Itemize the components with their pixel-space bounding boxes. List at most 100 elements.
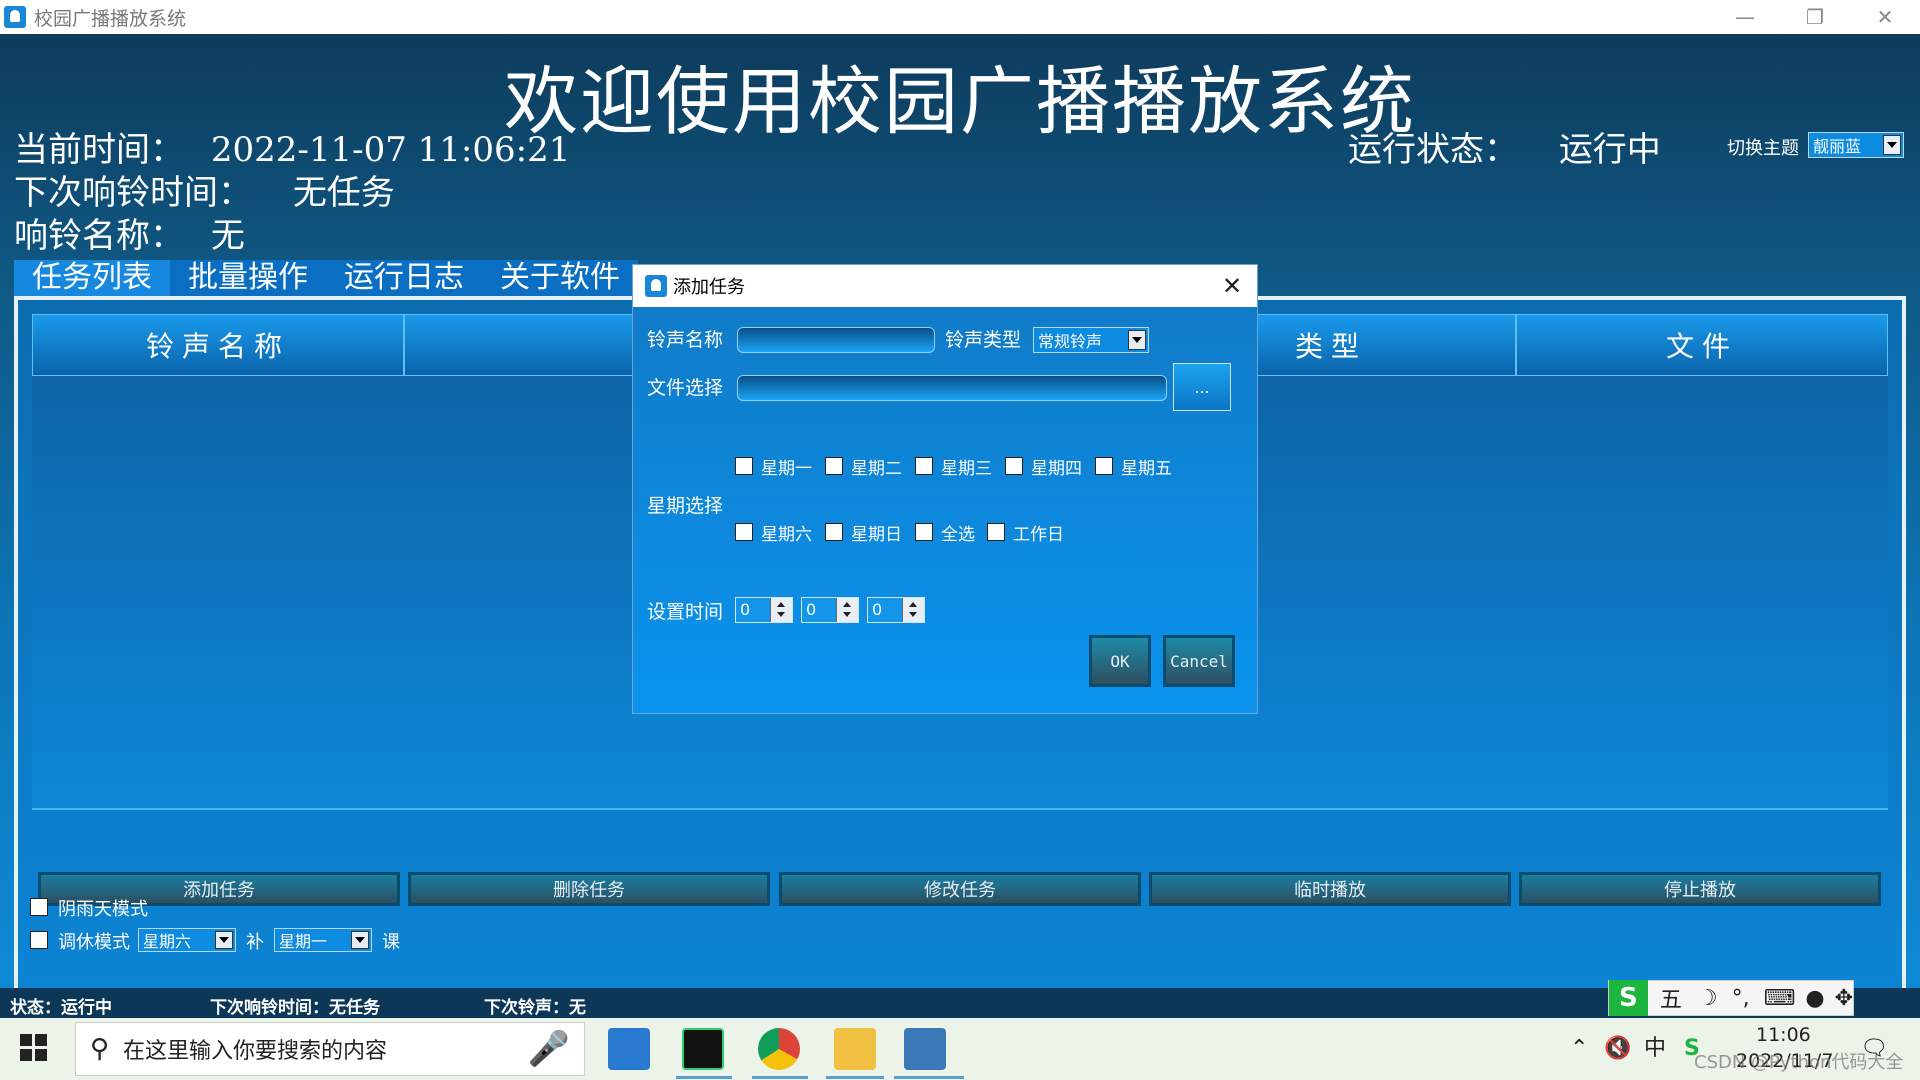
app-screen: 校园广播播放系统 — ❐ ✕ 欢迎使用校园广播播放系统 当前时间： 2022-1… <box>0 0 1920 1080</box>
user-icon[interactable]: ● <box>1805 986 1824 1011</box>
saturday-label: 星期六 <box>761 525 812 545</box>
notification-icon[interactable]: 🗨 <box>1860 1018 1888 1080</box>
chrome-icon[interactable] <box>758 1028 800 1070</box>
python-app-icon[interactable] <box>904 1028 946 1070</box>
friday-checkbox[interactable] <box>1095 457 1113 475</box>
active-indicator <box>894 1076 964 1079</box>
chevron-down-icon[interactable] <box>351 931 369 949</box>
active-indicator <box>752 1076 808 1079</box>
second-spinbox[interactable]: 0 <box>867 597 925 623</box>
thursday-label: 星期四 <box>1031 459 1082 479</box>
wednesday-checkbox[interactable] <box>915 457 933 475</box>
set-time-label: 设置时间 <box>647 601 724 623</box>
temp-play-button[interactable]: 临时播放 <box>1149 872 1511 906</box>
theme-select-value: 靓丽蓝 <box>1813 137 1862 156</box>
file-select-label: 文件选择 <box>647 377 724 399</box>
tab-bar: 任务列表 批量操作 运行日志 关于软件 <box>14 260 638 296</box>
friday-label: 星期五 <box>1121 459 1172 479</box>
sogou-icon[interactable]: S <box>1609 980 1648 1016</box>
tuesday-checkbox[interactable] <box>825 457 843 475</box>
monday-checkbox[interactable] <box>735 457 753 475</box>
run-status-value: 运行中 <box>1558 130 1661 170</box>
search-placeholder: 在这里输入你要搜索的内容 <box>123 1039 388 1064</box>
column-header-file[interactable]: 文件 <box>1516 314 1888 376</box>
spin-arrows-icon[interactable] <box>836 598 858 622</box>
tab-log[interactable]: 运行日志 <box>326 260 482 296</box>
select-all-checkbox[interactable] <box>915 523 933 541</box>
moon-icon[interactable]: ☽ <box>1698 986 1718 1011</box>
pycharm-icon[interactable] <box>682 1028 724 1070</box>
minimize-icon[interactable]: — <box>1710 0 1780 34</box>
ime-mode[interactable]: 五 <box>1660 982 1682 1014</box>
windows-taskbar: ⚲ 在这里输入你要搜索的内容 🎤 ⌃ 🔇 中 S 11:06 2022/11/7… <box>0 1018 1920 1080</box>
punctuation-icon[interactable]: °, <box>1732 986 1750 1011</box>
theme-select[interactable]: 靓丽蓝 <box>1808 132 1904 158</box>
rainy-mode-checkbox[interactable] <box>30 898 48 916</box>
bell-name-row: 响铃名称： 无 <box>14 208 245 257</box>
delete-task-button[interactable]: 删除任务 <box>408 872 770 906</box>
hour-value: 0 <box>740 600 751 619</box>
ime-language[interactable]: 中 <box>1644 1018 1666 1080</box>
file-path-input[interactable] <box>737 375 1167 401</box>
bell-name-input[interactable] <box>737 327 935 353</box>
shift-mode-checkbox[interactable] <box>30 931 48 949</box>
volume-muted-icon[interactable]: 🔇 <box>1604 1018 1631 1080</box>
close-icon[interactable]: ✕ <box>1217 271 1247 301</box>
tab-task-list[interactable]: 任务列表 <box>14 260 170 296</box>
hour-spinbox[interactable]: 0 <box>735 597 793 623</box>
cancel-button[interactable]: Cancel <box>1163 635 1235 687</box>
saturday-checkbox[interactable] <box>735 523 753 541</box>
windows-start-icon[interactable] <box>20 1034 48 1062</box>
chevron-up-icon[interactable]: ⌃ <box>1570 1018 1588 1080</box>
current-time-row: 当前时间： 2022-11-07 11:06:21 <box>14 122 570 171</box>
keyboard-icon[interactable]: ⌨ <box>1764 986 1796 1011</box>
close-icon[interactable]: ✕ <box>1850 0 1920 34</box>
thursday-checkbox[interactable] <box>1005 457 1023 475</box>
bell-name-label: 铃声名称 <box>647 329 724 351</box>
bell-type-select[interactable]: 常规铃声 <box>1033 327 1149 353</box>
week-select-label: 星期选择 <box>647 495 724 517</box>
restore-icon[interactable]: ❐ <box>1780 0 1850 34</box>
minute-spinbox[interactable]: 0 <box>801 597 859 623</box>
monday-label: 星期一 <box>761 459 812 479</box>
current-time-label: 当前时间： <box>14 130 184 170</box>
tuesday-label: 星期二 <box>851 459 902 479</box>
active-indicator <box>826 1076 884 1079</box>
shift-to-select[interactable]: 星期一 <box>274 928 372 952</box>
mail-icon[interactable] <box>608 1028 650 1070</box>
ok-button[interactable]: OK <box>1089 635 1151 687</box>
next-bell-row: 下次响铃时间： 无任务 <box>14 165 395 214</box>
spin-arrows-icon[interactable] <box>902 598 924 622</box>
sunday-checkbox[interactable] <box>825 523 843 541</box>
active-indicator <box>676 1076 732 1079</box>
tab-batch[interactable]: 批量操作 <box>170 260 326 296</box>
select-all-label: 全选 <box>941 525 975 545</box>
column-header-name[interactable]: 铃声名称 <box>32 314 404 376</box>
shift-mode-label: 调休模式 <box>58 932 130 953</box>
bell-name-label: 响铃名称： <box>14 216 184 256</box>
edit-task-button[interactable]: 修改任务 <box>779 872 1141 906</box>
chevron-down-icon[interactable] <box>1883 135 1901 155</box>
search-icon: ⚲ <box>90 1034 110 1064</box>
second-value: 0 <box>872 600 883 619</box>
bell-type-value: 常规铃声 <box>1038 332 1103 351</box>
clock-time[interactable]: 11:06 <box>1756 1024 1811 1046</box>
window-titlebar: 校园广播播放系统 — ❐ ✕ <box>0 0 1920 34</box>
workday-label: 工作日 <box>1013 525 1064 545</box>
taskbar-search-box[interactable]: ⚲ 在这里输入你要搜索的内容 🎤 <box>75 1022 585 1076</box>
theme-label: 切换主题 <box>1727 138 1799 159</box>
browse-button[interactable]: ... <box>1173 363 1231 411</box>
shift-from-select[interactable]: 星期六 <box>138 928 236 952</box>
window-controls: — ❐ ✕ <box>1710 0 1920 34</box>
workday-checkbox[interactable] <box>987 523 1005 541</box>
spin-arrows-icon[interactable] <box>770 598 792 622</box>
next-bell-label: 下次响铃时间： <box>14 173 252 213</box>
tab-about[interactable]: 关于软件 <box>482 260 638 296</box>
apps-icon[interactable]: ✥ <box>1835 986 1853 1011</box>
status-next-sound: 下次铃声：无 <box>484 998 586 1018</box>
stop-play-button[interactable]: 停止播放 <box>1519 872 1881 906</box>
chevron-down-icon[interactable] <box>1128 330 1146 350</box>
file-explorer-icon[interactable] <box>834 1028 876 1070</box>
chevron-down-icon[interactable] <box>215 931 233 949</box>
sunday-label: 星期日 <box>851 525 902 545</box>
